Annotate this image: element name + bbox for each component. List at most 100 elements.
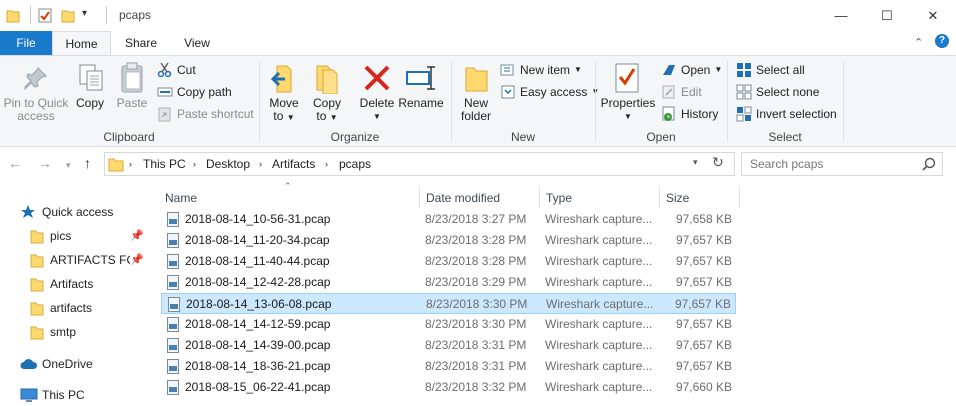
recent-locations-icon[interactable]: ▾ [66, 160, 71, 171]
folder-icon[interactable] [6, 8, 20, 23]
file-row[interactable]: 2018-08-14_11-20-34.pcap 8/23/2018 3:28 … [161, 230, 736, 251]
column-separator[interactable] [739, 186, 740, 208]
file-size: 97,657 KB [675, 233, 732, 247]
window-title: pcaps [119, 8, 152, 22]
invert-selection-button[interactable]: Invert selection [736, 105, 837, 123]
breadcrumb-this-pc[interactable]: This PC [143, 157, 186, 171]
column-header-size[interactable]: Size [666, 188, 689, 208]
breadcrumb-artifacts[interactable]: Artifacts [272, 157, 315, 171]
quick-access-label: Quick access [42, 205, 114, 219]
pcap-file-icon [167, 233, 179, 248]
forward-button[interactable]: → [38, 155, 52, 171]
copy-path-icon [157, 87, 173, 97]
paste-button[interactable]: Paste [112, 97, 152, 110]
file-size: 97,657 KB [675, 338, 732, 352]
minimize-button[interactable]: — [818, 0, 864, 31]
copy-to-dropdown-icon: ▼ [329, 113, 338, 122]
folder-icon [30, 302, 44, 316]
move-to-dropdown-icon: ▼ [286, 113, 295, 122]
file-row-selected[interactable]: 2018-08-14_13-06-08.pcap 8/23/2018 3:30 … [161, 293, 736, 314]
tab-file[interactable]: File [0, 31, 52, 55]
column-separator[interactable] [659, 186, 660, 208]
move-to-button[interactable]: Move to ▼ [265, 97, 303, 124]
properties-check-icon[interactable] [38, 8, 52, 23]
cut-button[interactable]: Cut [157, 61, 196, 79]
close-button[interactable]: ✕ [910, 0, 956, 31]
copy-button[interactable]: Copy [72, 97, 108, 110]
help-icon[interactable]: ? [935, 34, 949, 48]
nav-item-label: smtp [50, 325, 77, 339]
edit-icon [662, 85, 675, 99]
new-folder-icon[interactable] [61, 8, 75, 23]
pin-icon[interactable]: 📌 [130, 229, 144, 242]
nav-item-pics[interactable]: pics [30, 225, 71, 247]
file-row[interactable]: 2018-08-14_14-12-59.pcap 8/23/2018 3:30 … [161, 314, 736, 335]
pin-label-line2: access [17, 109, 55, 123]
pin-icon[interactable]: 📌 [130, 253, 144, 266]
file-row[interactable]: 2018-08-14_11-40-44.pcap 8/23/2018 3:28 … [161, 251, 736, 272]
paste-shortcut-button[interactable]: Paste shortcut [157, 105, 254, 123]
breadcrumb-pcaps[interactable]: pcaps [339, 157, 371, 171]
refresh-icon[interactable]: ↻ [712, 154, 724, 171]
customize-toolbar-icon[interactable]: ▾ [82, 8, 87, 19]
address-bar[interactable] [104, 152, 735, 176]
copy-icon [79, 64, 103, 91]
file-name: 2018-08-14_14-39-00.pcap [185, 338, 331, 352]
breadcrumb-desktop[interactable]: Desktop [206, 157, 250, 171]
copy-path-button[interactable]: Copy path [157, 83, 232, 101]
column-header-date[interactable]: Date modified [426, 188, 500, 208]
breadcrumb-separator: › [193, 159, 196, 169]
column-header-name[interactable]: Name [165, 188, 197, 208]
open-button[interactable]: Open ▼ [661, 61, 722, 79]
pcap-file-icon [167, 317, 179, 332]
collapse-ribbon-icon[interactable]: ⌃ [914, 36, 923, 49]
file-row[interactable]: 2018-08-14_10-56-31.pcap 8/23/2018 3:27 … [161, 209, 736, 230]
new-folder-button[interactable]: New folder [454, 97, 498, 123]
file-size: 97,657 KB [675, 317, 732, 331]
edit-label: Edit [681, 85, 702, 99]
file-name: 2018-08-15_06-22-41.pcap [185, 380, 331, 394]
maximize-button[interactable]: ☐ [864, 0, 910, 31]
history-button[interactable]: History [661, 105, 718, 123]
nav-item-label: artifacts [50, 301, 93, 315]
column-header-type[interactable]: Type [546, 188, 572, 208]
file-row[interactable]: 2018-08-14_18-36-21.pcap 8/23/2018 3:31 … [161, 356, 736, 377]
nav-item-artifacts-for[interactable]: ARTIFACTS FOR [30, 249, 130, 271]
tab-view[interactable]: View [172, 31, 222, 55]
pin-to-quick-access-button[interactable]: Pin to Quick access [0, 97, 72, 123]
nav-item-artifacts-lower[interactable]: artifacts [30, 297, 92, 319]
breadcrumb-separator: › [259, 159, 262, 169]
file-date: 8/23/2018 3:27 PM [425, 212, 527, 226]
nav-item-smtp[interactable]: smtp [30, 321, 76, 343]
up-button[interactable]: ↑ [84, 155, 91, 171]
tab-home[interactable]: Home [52, 31, 111, 55]
file-name: 2018-08-14_13-06-08.pcap [186, 297, 332, 311]
address-dropdown-icon[interactable]: ▾ [693, 157, 698, 168]
easy-access-button[interactable]: Easy access ▼ [500, 83, 599, 101]
column-separator[interactable] [419, 186, 420, 208]
new-item-button[interactable]: New item ▼ [500, 61, 582, 79]
nav-this-pc[interactable]: This PC [20, 384, 85, 406]
folder-icon [30, 254, 44, 268]
nav-item-artifacts[interactable]: Artifacts [30, 273, 93, 295]
delete-button[interactable]: Delete ▼ [356, 97, 398, 123]
file-row[interactable]: 2018-08-14_14-39-00.pcap 8/23/2018 3:31 … [161, 335, 736, 356]
file-date: 8/23/2018 3:31 PM [425, 359, 527, 373]
back-button[interactable]: ← [8, 155, 22, 171]
edit-button[interactable]: Edit [661, 83, 702, 101]
tab-share[interactable]: Share [116, 31, 166, 55]
cloud-icon [20, 359, 38, 369]
properties-dropdown-icon: ▼ [624, 112, 632, 121]
column-separator[interactable] [539, 186, 540, 208]
copy-to-button[interactable]: Copy to ▼ [308, 97, 346, 124]
rename-button[interactable]: Rename [398, 97, 444, 110]
select-none-button[interactable]: Select none [736, 83, 819, 101]
search-input[interactable]: Search pcaps [750, 157, 823, 171]
nav-quick-access[interactable]: Quick access [20, 201, 113, 223]
nav-onedrive[interactable]: OneDrive [20, 353, 93, 375]
properties-button[interactable]: Properties ▼ [599, 97, 657, 123]
file-row[interactable]: 2018-08-14_12-42-28.pcap 8/23/2018 3:29 … [161, 272, 736, 293]
new-folder-large-icon [465, 67, 488, 92]
select-all-button[interactable]: Select all [736, 61, 805, 79]
file-row[interactable]: 2018-08-15_06-22-41.pcap 8/23/2018 3:32 … [161, 377, 736, 398]
